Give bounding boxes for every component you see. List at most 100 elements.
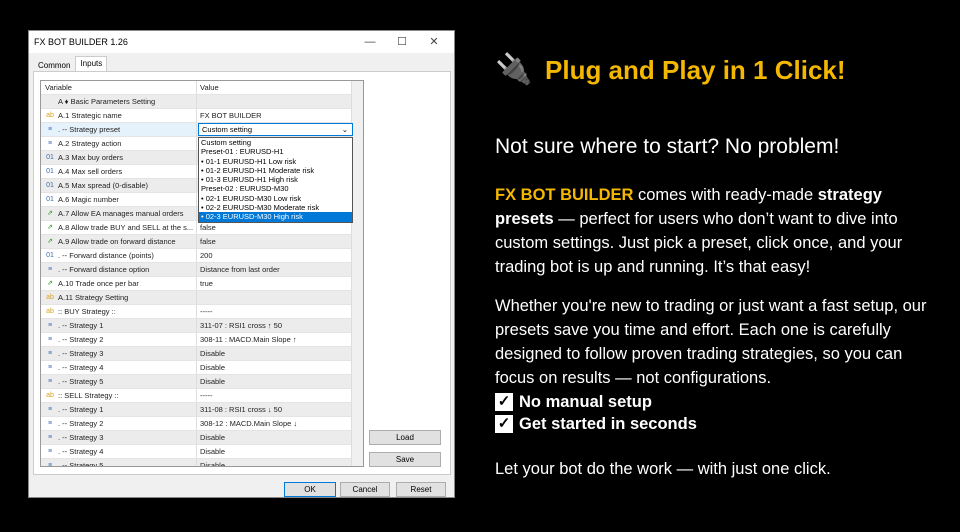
type-bool-icon: ⇗ — [47, 210, 53, 217]
preset-option[interactable]: • 01-1 EURUSD-H1 Low risk — [199, 157, 352, 166]
preset-option[interactable]: • 02-3 EURUSD-M30 High risk — [199, 212, 352, 222]
type-enum-icon: ≡ — [47, 364, 53, 371]
close-button[interactable]: ✕ — [420, 31, 448, 53]
type-enum-icon: ≡ — [47, 420, 53, 427]
strategy-preset-select[interactable]: Custom setting ⌄ — [198, 123, 353, 136]
table-row[interactable]: ≡ . -- Strategy 3 Disable — [41, 347, 363, 361]
check-item: ✓ No manual setup — [495, 390, 945, 414]
variable-name: :: SELL Strategy :: — [58, 391, 119, 400]
table-row[interactable]: ab A.11 Strategy Setting — [41, 291, 363, 305]
table-row[interactable]: ≡ . -- Strategy 4 Disable — [41, 361, 363, 375]
ok-button[interactable]: OK — [284, 482, 336, 497]
table-row[interactable]: ≡ . -- Strategy 3 Disable — [41, 431, 363, 445]
table-row[interactable]: ≡ . -- Strategy 5 Disable — [41, 375, 363, 389]
variable-name: A.5 Max spread (0-disable) — [58, 181, 149, 190]
type-bool-icon: ⇗ — [47, 224, 53, 231]
table-row[interactable]: 01 . -- Forward distance (points) 200 — [41, 249, 363, 263]
type-ab-icon: ab — [46, 308, 54, 315]
type-int-icon: 01 — [46, 196, 54, 203]
type-int-icon: 01 — [46, 252, 54, 259]
check-label: Get started in seconds — [519, 415, 697, 433]
variable-value[interactable]: 200 — [197, 249, 363, 262]
preset-option[interactable]: • 01-2 EURUSD-H1 Moderate risk — [199, 166, 352, 175]
variable-value[interactable] — [197, 291, 363, 304]
type-enum-icon: ≡ — [47, 350, 53, 357]
variable-name: A.11 Strategy Setting — [58, 293, 129, 302]
table-row[interactable]: ab:: SELL Strategy :: ----- — [41, 389, 363, 403]
variable-name: A.2 Strategy action — [58, 139, 122, 148]
variable-name: . -- Strategy 2 — [58, 335, 104, 344]
type-int-icon: 01 — [46, 154, 54, 161]
variable-value[interactable]: true — [197, 277, 363, 290]
table-row[interactable]: ⇗ A.8 Allow trade BUY and SELL at the s..… — [41, 221, 363, 235]
type-enum-icon: ≡ — [47, 140, 53, 147]
type-enum-icon: ≡ — [47, 322, 53, 329]
variable-value[interactable]: Disable — [197, 347, 363, 360]
table-row[interactable]: ab:: BUY Strategy :: ----- — [41, 305, 363, 319]
variable-value[interactable]: ----- — [197, 389, 363, 402]
variable-value[interactable]: Disable — [197, 375, 363, 388]
preset-option[interactable]: Custom setting — [199, 138, 352, 147]
preset-option[interactable]: Preset-01 : EURUSD-H1 — [199, 147, 352, 156]
table-row[interactable]: ≡ . -- Strategy 2 308-12 : MACD.Main Slope… — [41, 417, 363, 431]
table-row[interactable]: ⇗ A.9 Allow trade on forward distance fals… — [41, 235, 363, 249]
cancel-button[interactable]: Cancel — [340, 482, 390, 497]
type-bool-icon: ⇗ — [47, 280, 53, 287]
preset-option[interactable]: • 02-2 EURUSD-M30 Moderate risk — [199, 203, 352, 212]
preset-value: Custom setting — [202, 125, 253, 134]
table-row[interactable]: ≡ . -- Strategy 5 Disable — [41, 459, 363, 467]
p1-text-b: — perfect for users who don’t want to di… — [495, 210, 903, 276]
variable-value[interactable]: FX BOT BUILDER — [197, 109, 363, 122]
variable-name: :: BUY Strategy :: — [58, 307, 116, 316]
table-row[interactable]: ⇗ A.10 Trade once per bar true — [41, 277, 363, 291]
promo-paragraph-1: FX BOT BUILDER comes with ready-made str… — [495, 183, 945, 279]
column-header-value: Value — [200, 83, 219, 92]
table-row[interactable]: ≡ . -- Strategy 4 Disable — [41, 445, 363, 459]
table-row[interactable]: ≡ . -- Strategy 1 311-08 : RSI1 cross ↓ 50 — [41, 403, 363, 417]
variable-value[interactable]: Disable — [197, 459, 363, 466]
column-header-variable: Variable — [41, 81, 197, 94]
variable-value[interactable]: 311-08 : RSI1 cross ↓ 50 — [197, 403, 363, 416]
title-bar: FX BOT BUILDER 1.26 — ☐ ✕ — [29, 31, 454, 53]
reset-button[interactable]: Reset — [396, 482, 446, 497]
variable-name: A.8 Allow trade BUY and SELL at the s... — [58, 223, 194, 232]
preset-option[interactable]: • 02-1 EURUSD-M30 Low risk — [199, 194, 352, 203]
type-ab-icon: ab — [46, 392, 54, 399]
table-row[interactable]: ≡ . -- Forward distance option Distance fr… — [41, 263, 363, 277]
variable-value[interactable]: 308-12 : MACD.Main Slope ↓ — [197, 417, 363, 430]
variable-value[interactable]: Disable — [197, 431, 363, 444]
type-enum-icon: ≡ — [47, 462, 53, 467]
variable-value[interactable]: Distance from last order — [197, 263, 363, 276]
variable-name: . -- Strategy 5 — [58, 377, 104, 386]
type-ab-icon: ab — [46, 112, 54, 119]
settings-dialog: FX BOT BUILDER 1.26 — ☐ ✕ Common Inputs … — [28, 30, 455, 498]
inputs-panel: Variable Value A ♦ Basic Parameters Settin… — [33, 71, 451, 475]
variable-name: . -- Strategy preset — [58, 125, 121, 134]
variable-name: . -- Forward distance (points) — [58, 251, 154, 260]
variable-value[interactable]: Disable — [197, 445, 363, 458]
variable-value[interactable]: Disable — [197, 361, 363, 374]
window-title: FX BOT BUILDER 1.26 — [34, 37, 128, 47]
variable-value[interactable] — [197, 95, 363, 108]
variable-name: A.9 Allow trade on forward distance — [58, 237, 176, 246]
load-button[interactable]: Load — [369, 430, 441, 445]
table-row[interactable]: ab A.1 Strategic name FX BOT BUILDER — [41, 109, 363, 123]
variable-name: A ♦ Basic Parameters Setting — [58, 97, 156, 106]
preset-option[interactable]: • 01-3 EURUSD-H1 High risk — [199, 175, 352, 184]
maximize-button[interactable]: ☐ — [388, 31, 416, 53]
variable-value[interactable]: 308-11 : MACD.Main Slope ↑ — [197, 333, 363, 346]
table-row[interactable]: ≡ . -- Strategy 1 311-07 : RSI1 cross ↑ 50 — [41, 319, 363, 333]
variable-value[interactable]: 311-07 : RSI1 cross ↑ 50 — [197, 319, 363, 332]
variable-name: . -- Strategy 1 — [58, 405, 104, 414]
table-row[interactable]: A ♦ Basic Parameters Setting — [41, 95, 363, 109]
variable-value[interactable]: false — [197, 221, 363, 234]
minimize-button[interactable]: — — [356, 31, 384, 53]
type-enum-icon: ≡ — [47, 378, 53, 385]
variable-name: . -- Strategy 2 — [58, 419, 104, 428]
table-row[interactable]: ≡ . -- Strategy 2 308-11 : MACD.Main Slope… — [41, 333, 363, 347]
variable-value[interactable]: false — [197, 235, 363, 248]
save-button[interactable]: Save — [369, 452, 441, 467]
type-ab-icon: ab — [46, 294, 54, 301]
preset-option[interactable]: Preset-02 : EURUSD-M30 — [199, 184, 352, 193]
variable-value[interactable]: ----- — [197, 305, 363, 318]
